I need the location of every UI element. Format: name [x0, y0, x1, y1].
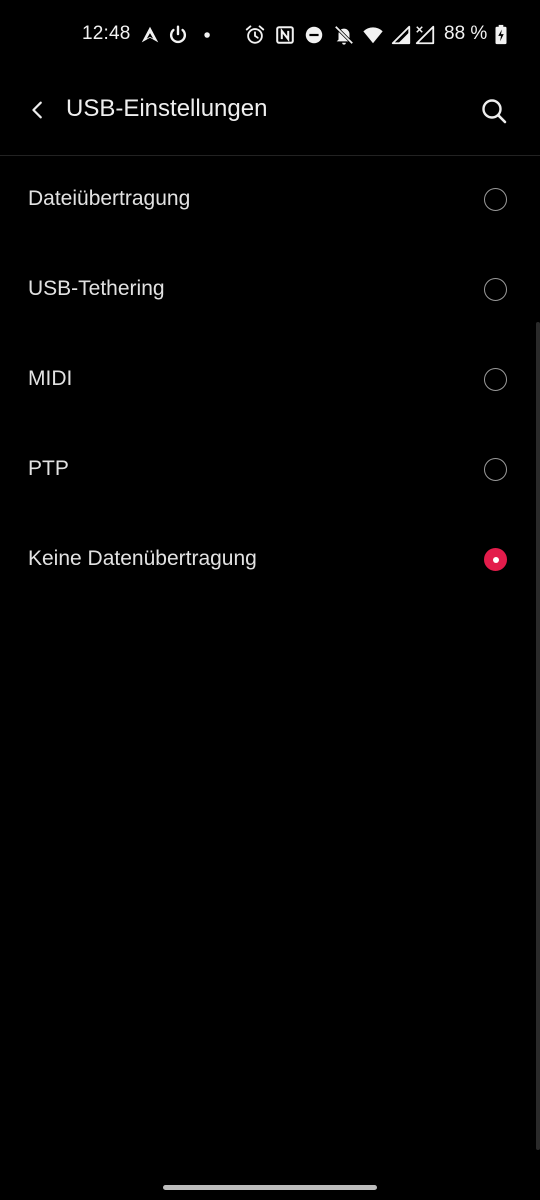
- wifi-icon: [362, 24, 384, 46]
- radio-button[interactable]: [484, 548, 507, 571]
- power-icon: [167, 24, 189, 46]
- search-icon: [482, 99, 507, 124]
- page-title: USB-Einstellungen: [66, 95, 268, 122]
- navigation-handle[interactable]: [163, 1185, 377, 1190]
- option-label: Dateiübertragung: [28, 187, 191, 210]
- option-label: USB-Tethering: [28, 277, 165, 300]
- signal-icon: [390, 24, 412, 46]
- signal-no-data-icon: [414, 24, 436, 46]
- radio-button[interactable]: [484, 188, 507, 211]
- status-bar: 12:48 88 %: [0, 0, 540, 70]
- status-time: 12:48: [82, 23, 131, 44]
- usb-mode-options: Dateiübertragung USB-Tethering MIDI PTP …: [0, 155, 540, 605]
- radio-button[interactable]: [484, 458, 507, 481]
- option-midi[interactable]: MIDI: [0, 335, 540, 425]
- option-ptp[interactable]: PTP: [0, 425, 540, 515]
- search-button[interactable]: [472, 89, 516, 133]
- scrollbar[interactable]: [536, 322, 540, 1150]
- radio-button[interactable]: [484, 368, 507, 391]
- option-label: Keine Datenübertragung: [28, 547, 257, 570]
- chevron-left-icon: [32, 101, 42, 119]
- do-not-disturb-icon: [303, 24, 325, 46]
- battery-percentage: 88 %: [444, 23, 488, 44]
- notification-dot-icon: [197, 24, 219, 46]
- alarm-icon: [244, 24, 266, 46]
- notifications-off-icon: [333, 24, 355, 46]
- radio-button[interactable]: [484, 278, 507, 301]
- app-bar: USB-Einstellungen: [0, 76, 540, 146]
- battery-charging-icon: [492, 24, 510, 46]
- arrow-up-icon: [139, 24, 161, 46]
- option-usb-tethering[interactable]: USB-Tethering: [0, 245, 540, 335]
- option-file-transfer[interactable]: Dateiübertragung: [0, 155, 540, 245]
- nfc-icon: [274, 24, 296, 46]
- option-label: MIDI: [28, 367, 73, 390]
- back-button[interactable]: [18, 90, 58, 130]
- option-label: PTP: [28, 457, 69, 480]
- option-no-data-transfer[interactable]: Keine Datenübertragung: [0, 515, 540, 605]
